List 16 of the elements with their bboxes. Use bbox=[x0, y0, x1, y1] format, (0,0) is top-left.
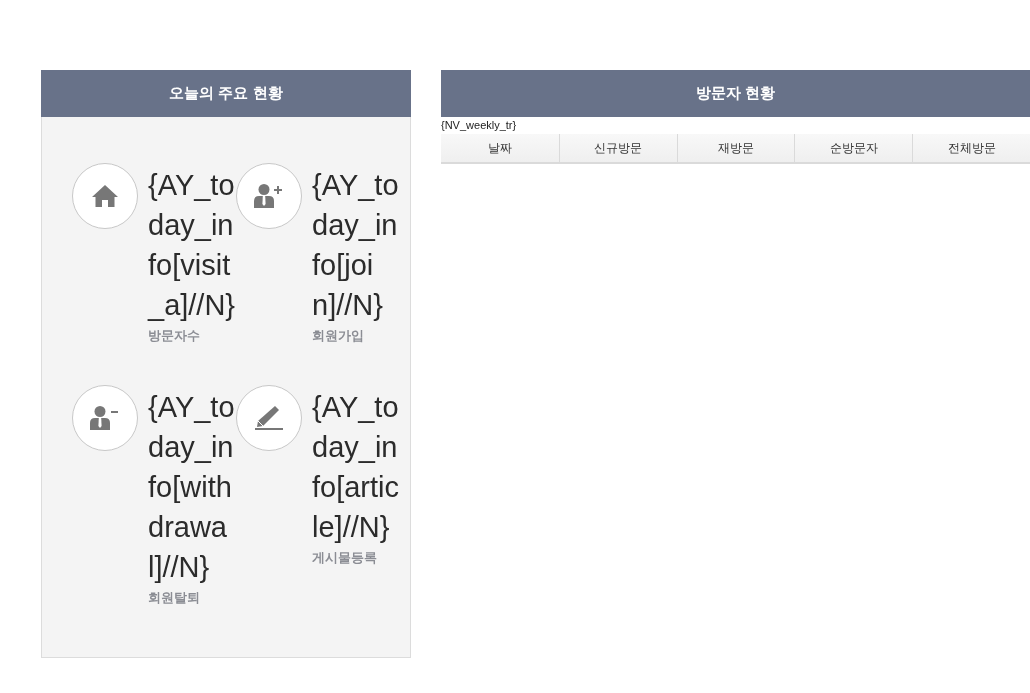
column-header: 재방문 bbox=[676, 134, 795, 162]
stat-label: 회원가입 bbox=[312, 327, 365, 345]
stat-value: {AY_today_info[join]//N} bbox=[312, 168, 400, 323]
panel-title: 방문자 현황 bbox=[441, 70, 1030, 117]
panel-title: 오늘의 주요 현황 bbox=[41, 70, 411, 117]
stat-value: {AY_today_info[article]//N} bbox=[312, 390, 401, 545]
column-header: 전체방문 bbox=[912, 134, 1030, 162]
stat-value: {AY_today_info[withdrawal]//N} bbox=[148, 390, 236, 585]
stat-label: 게시물등록 bbox=[312, 549, 378, 567]
stat-value: {AY_today_info[visit_a]//N} bbox=[148, 168, 237, 323]
column-header: 날짜 bbox=[486, 139, 513, 157]
stat-label: 회원탈퇴 bbox=[148, 589, 201, 607]
column-header: 순방문자 bbox=[794, 134, 913, 162]
stat-label: 방문자수 bbox=[148, 327, 201, 345]
template-placeholder-text: {NV_weekly_tr} bbox=[441, 118, 518, 133]
column-header: 신규방문 bbox=[558, 134, 677, 162]
